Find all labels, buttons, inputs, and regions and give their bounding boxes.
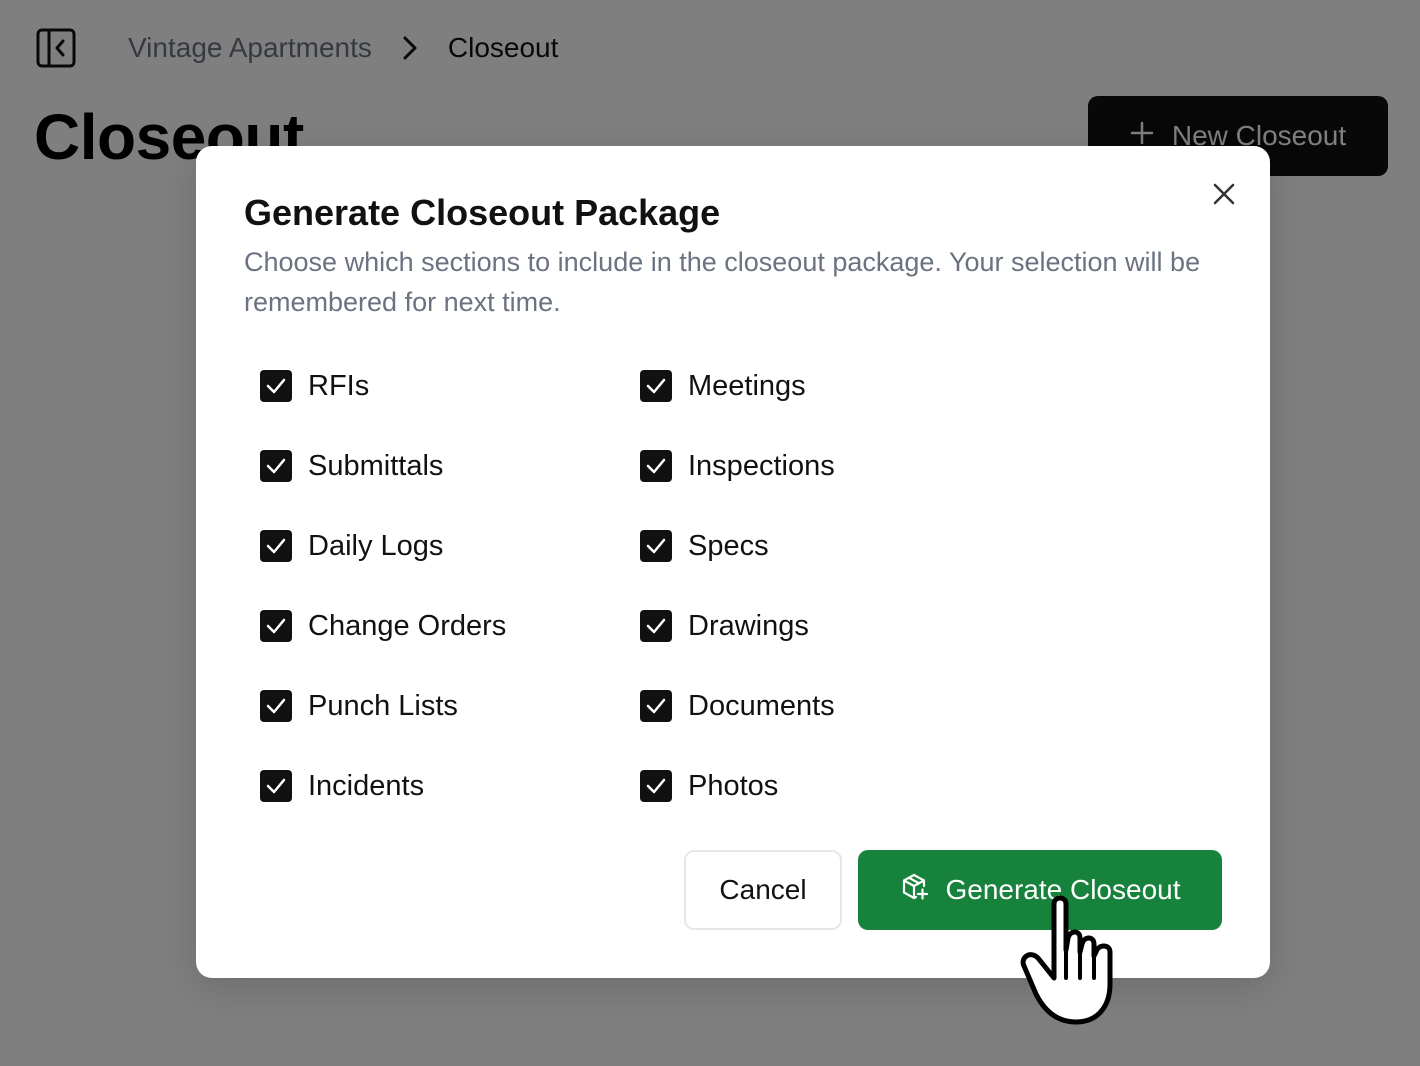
checkbox[interactable]: [260, 450, 292, 482]
checkbox[interactable]: [640, 690, 672, 722]
checkbox[interactable]: [260, 770, 292, 802]
option-label: Meetings: [688, 369, 806, 402]
check-icon: [266, 458, 286, 474]
check-icon: [266, 618, 286, 634]
option-label: Specs: [688, 529, 769, 562]
check-icon: [646, 618, 666, 634]
section-options: RFIs Meetings Submittals Inspections Dai…: [260, 370, 1060, 850]
check-icon: [646, 698, 666, 714]
checkbox[interactable]: [260, 370, 292, 402]
option-photos[interactable]: Photos: [640, 770, 1020, 802]
option-meetings[interactable]: Meetings: [640, 370, 1020, 402]
checkbox[interactable]: [260, 690, 292, 722]
option-rfis[interactable]: RFIs: [260, 370, 640, 402]
option-label: Drawings: [688, 609, 809, 642]
option-drawings[interactable]: Drawings: [640, 610, 1020, 642]
option-label: Photos: [688, 769, 779, 802]
checkbox[interactable]: [640, 450, 672, 482]
option-documents[interactable]: Documents: [640, 690, 1020, 722]
checkbox[interactable]: [260, 530, 292, 562]
option-change-orders[interactable]: Change Orders: [260, 610, 640, 642]
option-label: Inspections: [688, 449, 835, 482]
checkbox[interactable]: [640, 610, 672, 642]
option-label: RFIs: [308, 369, 370, 402]
dialog-description: Choose which sections to include in the …: [244, 247, 1201, 317]
option-submittals[interactable]: Submittals: [260, 450, 640, 482]
option-punch-lists[interactable]: Punch Lists: [260, 690, 640, 722]
dialog-title: Generate Closeout Package: [244, 192, 721, 233]
option-label: Incidents: [308, 769, 425, 802]
check-icon: [646, 458, 666, 474]
package-plus-icon: [899, 872, 929, 909]
option-inspections[interactable]: Inspections: [640, 450, 1020, 482]
option-label: Change Orders: [308, 609, 507, 642]
check-icon: [266, 778, 286, 794]
checkbox[interactable]: [640, 770, 672, 802]
check-icon: [266, 698, 286, 714]
option-daily-logs[interactable]: Daily Logs: [260, 530, 640, 562]
checkbox[interactable]: [640, 530, 672, 562]
option-label: Daily Logs: [308, 529, 444, 562]
option-specs[interactable]: Specs: [640, 530, 1020, 562]
option-label: Documents: [688, 689, 835, 722]
close-icon[interactable]: [1206, 176, 1242, 212]
checkbox[interactable]: [260, 610, 292, 642]
generate-closeout-dialog: Generate Closeout Package Choose which s…: [196, 146, 1270, 978]
option-label: Punch Lists: [308, 689, 458, 722]
hand-pointer-icon: [1018, 892, 1130, 1032]
cancel-button[interactable]: Cancel: [684, 850, 842, 930]
checkbox[interactable]: [640, 370, 672, 402]
option-label: Submittals: [308, 449, 444, 482]
check-icon: [266, 378, 286, 394]
option-incidents[interactable]: Incidents: [260, 770, 640, 802]
check-icon: [646, 378, 666, 394]
check-icon: [266, 538, 286, 554]
check-icon: [646, 778, 666, 794]
check-icon: [646, 538, 666, 554]
